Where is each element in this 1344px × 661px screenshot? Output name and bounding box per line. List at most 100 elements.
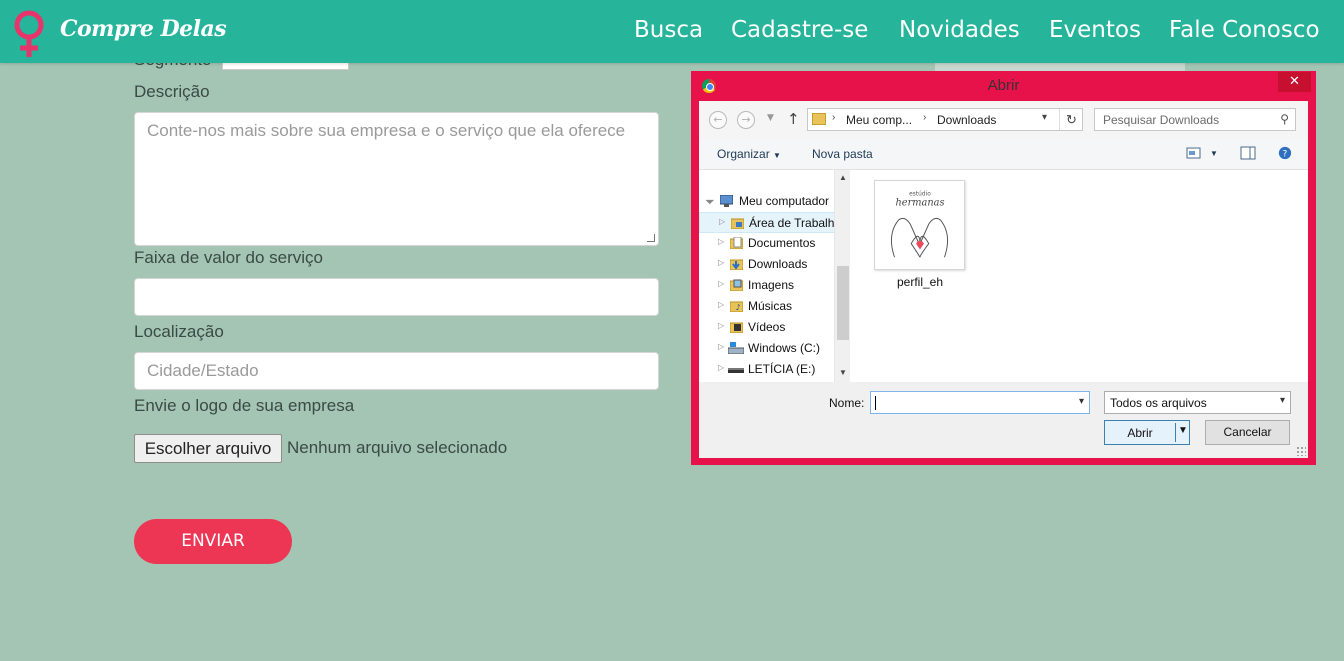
- usb-drive-icon: [728, 368, 744, 373]
- chevron-right-icon[interactable]: ›: [832, 112, 835, 123]
- tree-item-windows-c[interactable]: ▷ Windows (C:): [699, 338, 835, 359]
- submit-button[interactable]: ENVIAR: [134, 519, 292, 564]
- search-input[interactable]: Pesquisar Downloads ⚲: [1094, 108, 1296, 131]
- tree-item-meu-computador[interactable]: ◢ Meu computador: [699, 191, 835, 212]
- navbar: Compre Delas Busca Cadastre-se Novidades…: [0, 0, 1344, 63]
- breadcrumb-computer[interactable]: Meu comp...: [846, 113, 912, 127]
- expand-icon[interactable]: ▷: [719, 217, 725, 226]
- up-arrow-icon[interactable]: ↑: [787, 110, 800, 128]
- filename-input[interactable]: ▾: [870, 391, 1090, 414]
- refresh-icon[interactable]: ↻: [1059, 109, 1083, 130]
- tree-label: Documentos: [748, 236, 816, 250]
- localizacao-input[interactable]: Cidade/Estado: [134, 352, 659, 390]
- view-options-icon[interactable]: [1186, 146, 1202, 160]
- name-label: Nome:: [829, 396, 865, 410]
- dialog-body: ← → ▼ ↑ › Meu comp... › Downloads ▾ ↻ Pe…: [699, 101, 1308, 458]
- chevron-down-icon[interactable]: ▼: [1178, 425, 1188, 436]
- descricao-textarea[interactable]: Conte-nos mais sobre sua empresa e o ser…: [134, 112, 659, 246]
- chevron-down-icon[interactable]: ▾: [1042, 112, 1047, 123]
- computer-icon: [720, 195, 733, 207]
- tree-label: Imagens: [748, 278, 795, 292]
- dialog-title: Abrir: [987, 77, 1020, 94]
- chevron-down-icon[interactable]: ▼: [1210, 149, 1218, 158]
- expand-icon[interactable]: ▷: [718, 300, 724, 309]
- forward-arrow-icon[interactable]: →: [737, 111, 755, 129]
- search-icon[interactable]: ⚲: [1280, 112, 1289, 126]
- tree-label: Downloads: [748, 257, 808, 271]
- expand-icon[interactable]: ▷: [718, 279, 724, 288]
- tree-item-imagens[interactable]: ▷ Imagens: [699, 275, 835, 296]
- scrollbar-thumb[interactable]: [837, 266, 849, 340]
- tree-label: LETÍCIA (E:): [748, 362, 816, 376]
- expand-icon[interactable]: ▷: [718, 258, 724, 267]
- resize-grip-icon[interactable]: [1296, 446, 1306, 456]
- nav-link-eventos[interactable]: Eventos: [1049, 17, 1141, 43]
- tree-label: Área de Trabalh: [749, 216, 835, 230]
- organize-label: Organizar: [717, 147, 770, 161]
- downloads-folder-icon: [730, 259, 743, 270]
- music-folder-icon: ♪: [730, 301, 743, 312]
- descricao-label: Descrição: [134, 82, 210, 101]
- svg-text:?: ?: [1283, 150, 1288, 160]
- text-caret: [875, 396, 876, 410]
- address-bar[interactable]: › Meu comp... › Downloads ▾ ↻: [807, 108, 1083, 131]
- file-list: estúdio hermanas perfil_eh: [850, 170, 1308, 382]
- preview-pane-icon[interactable]: [1240, 146, 1256, 160]
- close-icon[interactable]: ✕: [1278, 72, 1311, 92]
- cancel-button[interactable]: Cancelar: [1205, 420, 1290, 445]
- chevron-down-icon: ▼: [773, 151, 781, 160]
- organize-menu[interactable]: Organizar ▼: [717, 147, 781, 161]
- expand-icon[interactable]: ▷: [718, 237, 724, 246]
- chevron-down-icon[interactable]: ▾: [1280, 395, 1285, 406]
- tree-item-musicas[interactable]: ▷ ♪ Músicas: [699, 296, 835, 317]
- tree-item-area-de-trabalho[interactable]: ▷ Área de Trabalh: [699, 212, 835, 233]
- tree-scrollbar[interactable]: ▲ ▼: [834, 170, 849, 382]
- expand-icon[interactable]: ▷: [718, 363, 724, 372]
- choose-file-button[interactable]: Escolher arquivo: [134, 434, 282, 463]
- tree-label: Músicas: [748, 299, 793, 313]
- open-file-dialog: Abrir ✕ ← → ▼ ↑ › Meu comp... › Download…: [691, 71, 1316, 465]
- chevron-down-icon[interactable]: ▾: [1079, 396, 1084, 407]
- documents-icon: [730, 237, 743, 249]
- file-name: perfil_eh: [896, 275, 944, 289]
- nav-link-busca[interactable]: Busca: [634, 17, 703, 43]
- back-arrow-icon[interactable]: ←: [709, 111, 727, 129]
- tree-item-leticia-e[interactable]: ▷ LETÍCIA (E:): [699, 359, 835, 380]
- brand-name[interactable]: Compre Delas: [60, 16, 227, 42]
- svg-text:♪: ♪: [735, 303, 740, 312]
- recent-locations-icon[interactable]: ▼: [767, 113, 774, 123]
- female-symbol-icon[interactable]: [8, 10, 50, 58]
- open-button[interactable]: Abrir ▼: [1104, 420, 1190, 445]
- localizacao-label: Localização: [134, 322, 224, 341]
- tree-item-downloads[interactable]: ▷ Downloads: [699, 254, 835, 275]
- images-folder-icon: [730, 279, 743, 291]
- nav-link-cadastre-se[interactable]: Cadastre-se: [731, 17, 868, 43]
- help-icon[interactable]: ?: [1277, 146, 1293, 160]
- drive-icon: [728, 342, 744, 354]
- new-folder-button[interactable]: Nova pasta: [812, 147, 873, 161]
- tree-label: Windows (C:): [748, 341, 821, 355]
- expand-icon[interactable]: ▷: [718, 321, 724, 330]
- faixa-input[interactable]: [134, 278, 659, 316]
- logo-label: Envie o logo de sua empresa: [134, 396, 355, 415]
- folder-icon: [812, 113, 826, 125]
- videos-folder-icon: [730, 322, 743, 333]
- expand-icon[interactable]: ▷: [718, 342, 724, 351]
- scroll-down-icon[interactable]: ▼: [835, 368, 849, 377]
- dialog-footer: Nome: ▾ Todos os arquivos ▾ Abrir ▼ Canc…: [699, 382, 1308, 458]
- expand-icon[interactable]: ◢: [705, 194, 716, 205]
- tree-item-videos[interactable]: ▷ Vídeos: [699, 317, 835, 338]
- tree-label: Vídeos: [748, 320, 786, 334]
- tree-item-documentos[interactable]: ▷ Documentos: [699, 233, 835, 254]
- address-row: ← → ▼ ↑ › Meu comp... › Downloads ▾ ↻ Pe…: [699, 101, 1308, 139]
- nav-link-fale-conosco[interactable]: Fale Conosco: [1169, 17, 1320, 43]
- split-divider: [1175, 423, 1176, 442]
- breadcrumb-downloads[interactable]: Downloads: [937, 113, 996, 127]
- chevron-right-icon[interactable]: ›: [923, 112, 926, 123]
- resize-handle[interactable]: [647, 234, 655, 242]
- scroll-up-icon[interactable]: ▲: [835, 173, 849, 182]
- dialog-toolbar: Organizar ▼ Nova pasta ▼ ?: [699, 139, 1308, 170]
- file-type-select[interactable]: Todos os arquivos ▾: [1104, 391, 1291, 414]
- file-type-value: Todos os arquivos: [1110, 396, 1207, 410]
- nav-link-novidades[interactable]: Novidades: [899, 17, 1020, 43]
